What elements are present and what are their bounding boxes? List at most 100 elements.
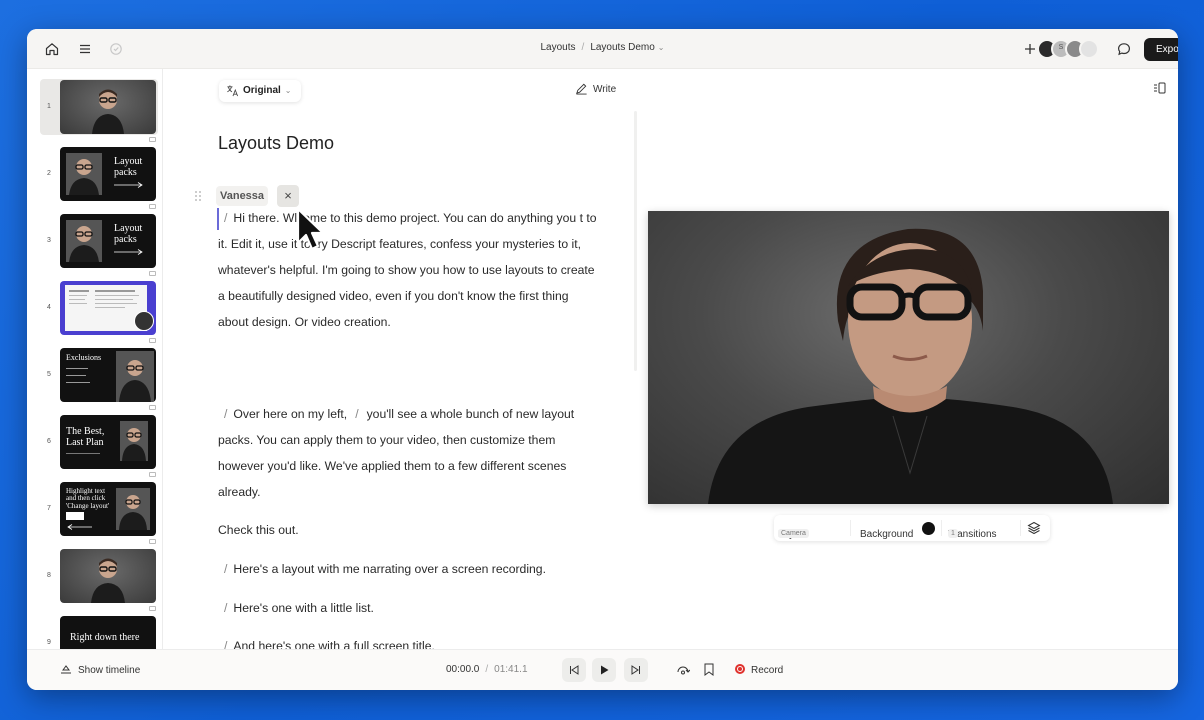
skip-forward-button[interactable]	[624, 658, 648, 682]
layout-marker-icon	[149, 204, 156, 209]
paragraph-text: Here's one with a little list.	[233, 601, 374, 615]
script-editor: Original ⌄ Write Layouts Demo Vanessa × /…	[164, 69, 692, 653]
scene-number: 8	[47, 572, 51, 579]
scene-title: Highlight text and then click 'Change la…	[66, 487, 110, 510]
scene-break-marker[interactable]: /	[224, 562, 227, 576]
script-paragraph[interactable]: / Over here on my left, / you'll see a whol…	[218, 401, 598, 505]
avatar	[134, 311, 154, 331]
background-label: Background	[860, 529, 914, 540]
arrow-right-icon	[114, 249, 143, 255]
scene-title: Layout packs	[114, 223, 143, 245]
bookmark-icon[interactable]	[704, 663, 714, 676]
play-button[interactable]	[592, 658, 616, 682]
script-paragraph[interactable]: / Here's one with a little list.	[218, 595, 598, 621]
scene-break-marker[interactable]: /	[224, 407, 227, 421]
layout-tag: Camera	[778, 529, 809, 538]
background-color-swatch[interactable]	[922, 522, 935, 535]
document-title[interactable]: Layouts Demo	[218, 133, 334, 154]
chevron-down-icon: ⌄	[284, 86, 292, 95]
layers-icon[interactable]	[1027, 521, 1041, 535]
skip-forward-icon	[631, 665, 640, 675]
layout-marker-icon	[149, 405, 156, 410]
scene-preview-image: The Best, Last Plan	[60, 415, 156, 469]
layout-marker-icon	[149, 606, 156, 611]
scene-thumbnail[interactable]: 7 Highlight text and then click 'Change …	[40, 481, 158, 544]
breadcrumb-root[interactable]: Layouts	[541, 42, 576, 53]
close-icon[interactable]: ×	[277, 185, 299, 207]
scene-preview-image: Layout packs	[60, 214, 156, 268]
scene-number: 5	[47, 371, 51, 378]
paragraph-text: Here's a layout with me narrating over a…	[233, 562, 546, 576]
layout-marker-icon	[149, 338, 156, 343]
scene-number: 9	[47, 639, 51, 646]
paragraph-text: lcome to this demo project. You can do a…	[294, 211, 580, 225]
export-button[interactable]: Expo	[1144, 38, 1178, 61]
current-time: 00:00.0	[446, 664, 480, 675]
scene-thumbnail[interactable]: 2 Layout packs	[40, 146, 158, 209]
paragraph-text: Hi there. W	[233, 211, 295, 225]
scene-thumbnail[interactable]: 9 Right down there	[40, 615, 158, 649]
scene-thumbnail[interactable]: 5 Exclusions	[40, 347, 158, 410]
scene-number: 1	[47, 103, 51, 110]
record-label: Record	[751, 665, 784, 676]
scene-thumbnail[interactable]: 8	[40, 548, 158, 611]
panel-toggle-icon[interactable]	[1153, 82, 1166, 94]
app-window: Layouts / Layouts Demo ⌄ S Expo 1 2 Layo…	[27, 29, 1178, 690]
comment-icon[interactable]	[1116, 41, 1132, 57]
layout-marker-icon	[149, 539, 156, 544]
skip-back-icon	[570, 665, 579, 675]
total-time: 01:41.1	[494, 664, 528, 675]
top-bar: Layouts / Layouts Demo ⌄ S Expo	[27, 29, 1178, 69]
drag-handle-icon[interactable]	[194, 190, 202, 202]
language-selector[interactable]: Original ⌄	[219, 80, 301, 102]
scene-title: Layout packs	[114, 156, 143, 178]
scene-thumbnail[interactable]: 6 The Best, Last Plan	[40, 414, 158, 477]
timecode: 00:00.0 / 01:41.1	[446, 664, 528, 675]
scene-title: The Best, Last Plan	[66, 426, 105, 448]
layout-marker-icon	[149, 472, 156, 477]
loop-icon[interactable]	[676, 664, 690, 676]
avatar	[1079, 39, 1099, 59]
breadcrumb-current[interactable]: Layouts Demo	[590, 42, 654, 53]
scene-thumbnail[interactable]: 3 Layout packs	[40, 213, 158, 276]
script-paragraph[interactable]: / Here's a layout with me narrating over …	[218, 556, 598, 582]
scene-number: 2	[47, 170, 51, 177]
breadcrumb-separator: /	[581, 42, 585, 53]
scene-break-marker[interactable]: /	[224, 601, 227, 615]
transitions-count: 1	[948, 529, 958, 538]
arrow-right-icon	[114, 182, 143, 188]
arrow-left-icon	[67, 524, 92, 530]
scene-number: 4	[47, 304, 51, 311]
write-button[interactable]: Write	[575, 82, 616, 95]
layout-marker-icon	[149, 137, 156, 142]
record-icon	[735, 664, 745, 674]
skip-back-button[interactable]	[562, 658, 586, 682]
timeline-label: Show timeline	[78, 665, 141, 676]
panel-resize-handle[interactable]	[634, 111, 637, 371]
scene-number: 7	[47, 505, 51, 512]
breadcrumb: Layouts / Layouts Demo ⌄	[27, 42, 1178, 53]
add-icon[interactable]	[1022, 41, 1038, 57]
record-button[interactable]: Record	[735, 664, 783, 676]
show-timeline-button[interactable]: Show timeline	[60, 664, 140, 676]
scene-preview-image: Highlight text and then click 'Change la…	[60, 482, 156, 536]
chevron-down-icon[interactable]: ⌄	[658, 43, 665, 52]
speaker-label[interactable]: Vanessa	[216, 186, 269, 206]
script-paragraph[interactable]: Check this out.	[218, 517, 598, 543]
video-preview[interactable]	[648, 211, 1169, 504]
translate-icon	[227, 85, 238, 97]
scene-preview-image: Exclusions	[60, 348, 156, 402]
scene-break-marker[interactable]: /	[355, 407, 358, 421]
script-paragraph[interactable]: / Hi there. Wlcome to this demo project. …	[218, 205, 598, 335]
pen-icon	[576, 83, 587, 95]
scene-thumbnail[interactable]: 1	[40, 79, 158, 142]
scene-thumbnail[interactable]: 4	[40, 280, 158, 343]
scene-sidebar: 1 2 Layout packs 3 Layout packs 4 5 Excl…	[27, 69, 163, 649]
scene-title: Exclusions	[66, 353, 102, 362]
paragraph-text: t to it. Edit it, use it to try Descript…	[218, 211, 597, 329]
write-label: Write	[593, 84, 617, 95]
scene-break-marker[interactable]: /	[224, 211, 227, 225]
scene-preview-image: Right down there	[60, 616, 156, 649]
scene-number: 3	[47, 237, 51, 244]
paragraph-text: Over here on my left,	[233, 407, 348, 421]
